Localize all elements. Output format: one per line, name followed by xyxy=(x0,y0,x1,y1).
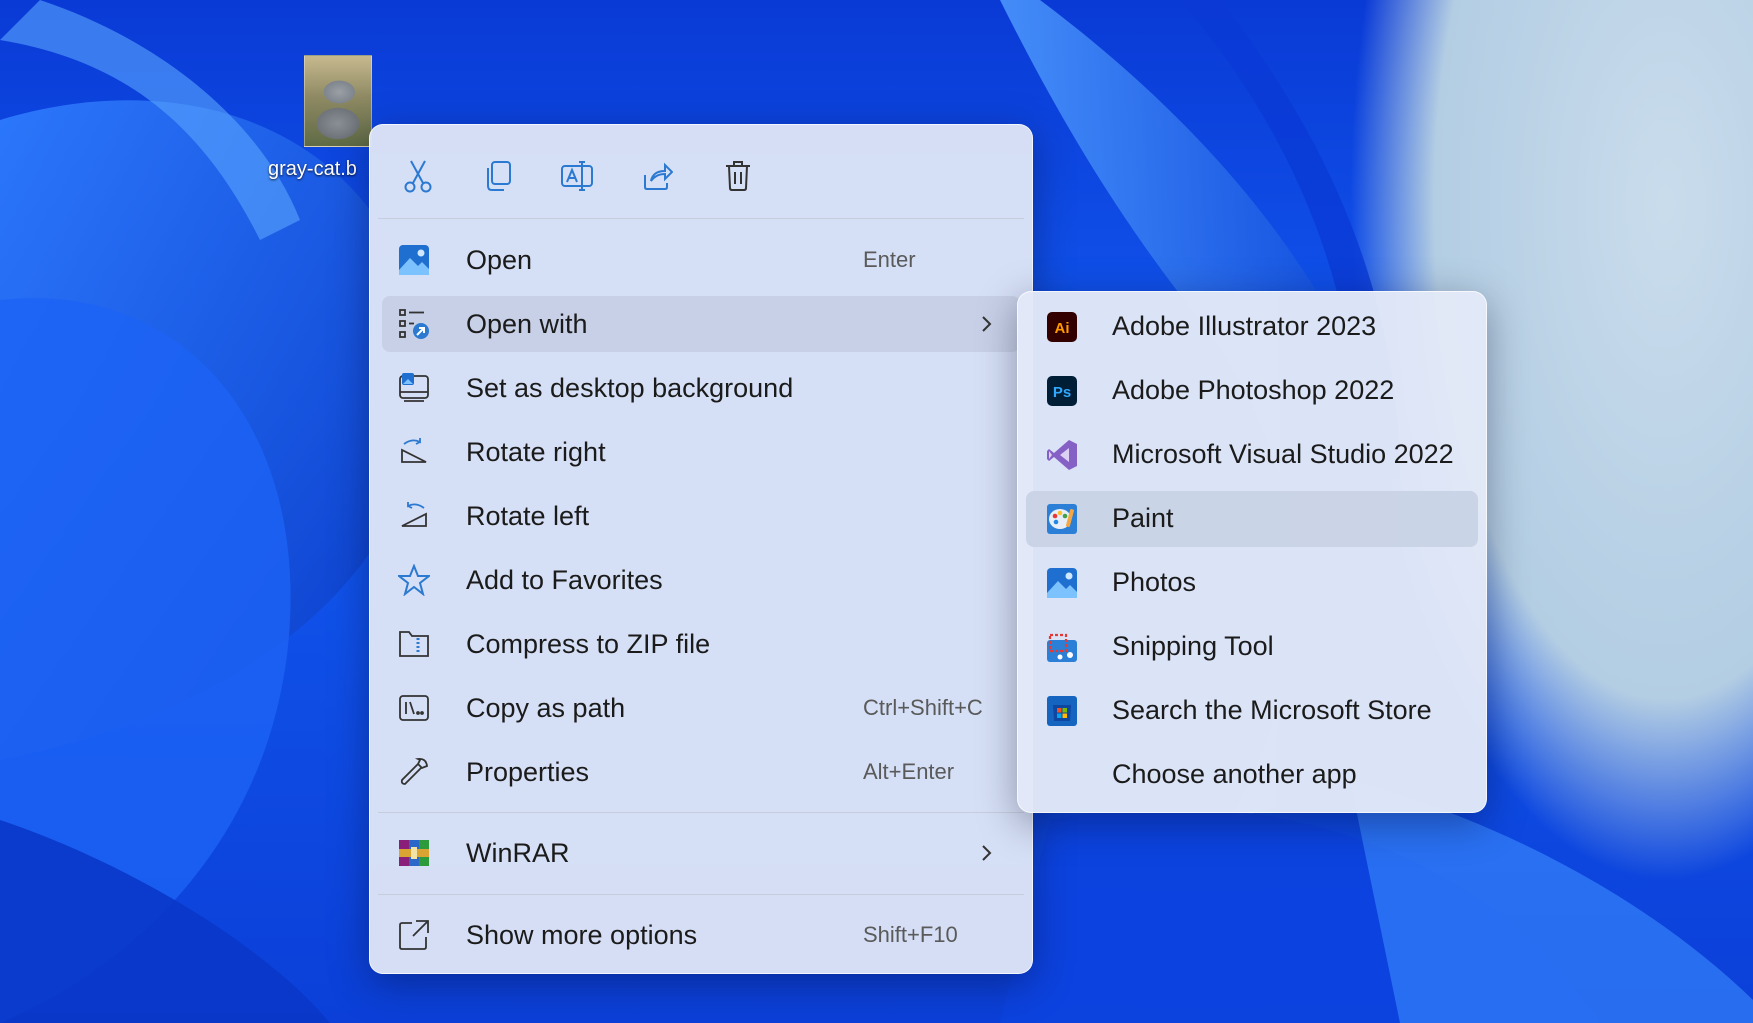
submenu-item-visual-studio[interactable]: Microsoft Visual Studio 2022 xyxy=(1026,427,1478,483)
menu-item-rotate-left[interactable]: Rotate left xyxy=(382,488,1020,544)
submenu-item-label: Choose another app xyxy=(1112,759,1357,789)
submenu-item-snipping-tool[interactable]: Snipping Tool xyxy=(1026,619,1478,675)
menu-item-open-with[interactable]: Open with xyxy=(382,296,1020,352)
share-icon xyxy=(644,162,673,190)
cut-icon xyxy=(404,160,432,193)
submenu-item-choose-another-app[interactable]: Choose another app xyxy=(1026,747,1478,803)
desktop-file-label: gray-cat.b xyxy=(268,158,357,180)
svg-text:Ps: Ps xyxy=(1053,384,1071,401)
menu-separator xyxy=(378,894,1024,895)
star-icon xyxy=(398,564,430,596)
submenu-item-adobe-illustrator[interactable]: Ai Adobe Illustrator 2023 xyxy=(1026,299,1478,355)
submenu-item-paint[interactable]: Paint xyxy=(1026,491,1478,547)
menu-separator xyxy=(378,812,1024,813)
copy-path-icon xyxy=(399,695,429,721)
menu-item-shortcut: Shift+F10 xyxy=(863,922,958,947)
menu-item-shortcut: Enter xyxy=(863,247,916,272)
menu-item-label: Open xyxy=(466,244,533,275)
open-with-icon xyxy=(399,309,429,339)
chevron-right-icon xyxy=(982,845,992,861)
wrench-icon xyxy=(400,757,428,785)
image-thumbnail xyxy=(304,55,372,147)
visual-studio-icon xyxy=(1047,440,1077,470)
submenu-item-label: Photos xyxy=(1112,567,1197,597)
copy-icon xyxy=(487,161,511,191)
delete-icon xyxy=(726,161,750,191)
submenu-item-label: Adobe Photoshop 2022 xyxy=(1112,375,1395,405)
submenu-item-label: Snipping Tool xyxy=(1112,631,1274,661)
menu-item-add-to-favorites[interactable]: Add to Favorites xyxy=(382,552,1020,608)
menu-item-shortcut: Alt+Enter xyxy=(863,759,955,784)
submenu-item-microsoft-store[interactable]: Search the Microsoft Store xyxy=(1026,683,1478,739)
open-with-submenu: Ai Adobe Illustrator 2023 Ps Adobe Photo… xyxy=(1017,291,1487,813)
submenu-item-label: Microsoft Visual Studio 2022 xyxy=(1112,439,1454,469)
photos-icon xyxy=(1047,568,1077,598)
menu-item-label: WinRAR xyxy=(466,837,570,868)
menu-item-properties[interactable]: Properties Alt+Enter xyxy=(382,744,1020,800)
menu-item-shortcut: Ctrl+Shift+C xyxy=(863,695,983,720)
menu-item-label: Properties xyxy=(466,756,590,787)
share-button[interactable] xyxy=(632,151,682,201)
menu-item-label: Show more options xyxy=(466,919,698,950)
rotate-right-icon xyxy=(401,438,427,463)
paint-icon xyxy=(1047,504,1077,534)
photos-icon xyxy=(399,245,429,275)
microsoft-store-icon xyxy=(1047,696,1077,726)
cut-button[interactable] xyxy=(393,151,443,201)
menu-item-label: Copy as path xyxy=(466,692,626,723)
menu-item-open[interactable]: Open Enter xyxy=(382,232,1020,288)
rename-button[interactable] xyxy=(552,151,602,201)
submenu-item-adobe-photoshop[interactable]: Ps Adobe Photoshop 2022 xyxy=(1026,363,1478,419)
copy-button[interactable] xyxy=(473,151,523,201)
menu-item-label: Rotate right xyxy=(466,436,606,467)
rotate-left-icon xyxy=(401,502,427,527)
svg-text:Ai: Ai xyxy=(1055,320,1070,337)
context-toolbar xyxy=(370,125,1032,218)
zip-folder-icon xyxy=(399,631,429,657)
menu-item-winrar[interactable]: WinRAR xyxy=(382,825,1020,881)
menu-item-copy-as-path[interactable]: Copy as path Ctrl+Shift+C xyxy=(382,680,1020,736)
snipping-tool-icon xyxy=(1047,633,1077,662)
winrar-icon xyxy=(399,840,429,866)
show-more-icon xyxy=(399,920,429,950)
rename-icon xyxy=(561,161,593,191)
illustrator-icon: Ai xyxy=(1047,312,1077,342)
menu-item-label: Set as desktop background xyxy=(466,372,794,403)
submenu-item-label: Adobe Illustrator 2023 xyxy=(1112,311,1377,341)
menu-item-compress-zip[interactable]: Compress to ZIP file xyxy=(382,616,1020,672)
desktop-background-icon xyxy=(399,373,429,402)
menu-item-rotate-right[interactable]: Rotate right xyxy=(382,424,1020,480)
submenu-item-label: Search the Microsoft Store xyxy=(1112,695,1432,725)
menu-item-set-desktop-background[interactable]: Set as desktop background xyxy=(382,360,1020,416)
menu-item-label: Open with xyxy=(466,308,588,339)
photoshop-icon: Ps xyxy=(1047,376,1077,406)
chevron-right-icon xyxy=(982,316,992,332)
delete-button[interactable] xyxy=(713,151,763,201)
context-menu: Open Enter Open with Set as desktop back… xyxy=(369,124,1033,974)
submenu-item-label: Paint xyxy=(1112,503,1174,533)
menu-item-label: Rotate left xyxy=(466,500,590,531)
submenu-item-photos[interactable]: Photos xyxy=(1026,555,1478,611)
menu-item-label: Compress to ZIP file xyxy=(466,628,711,659)
menu-item-show-more-options[interactable]: Show more options Shift+F10 xyxy=(382,907,1020,963)
menu-separator xyxy=(378,218,1024,219)
menu-item-label: Add to Favorites xyxy=(466,564,663,595)
